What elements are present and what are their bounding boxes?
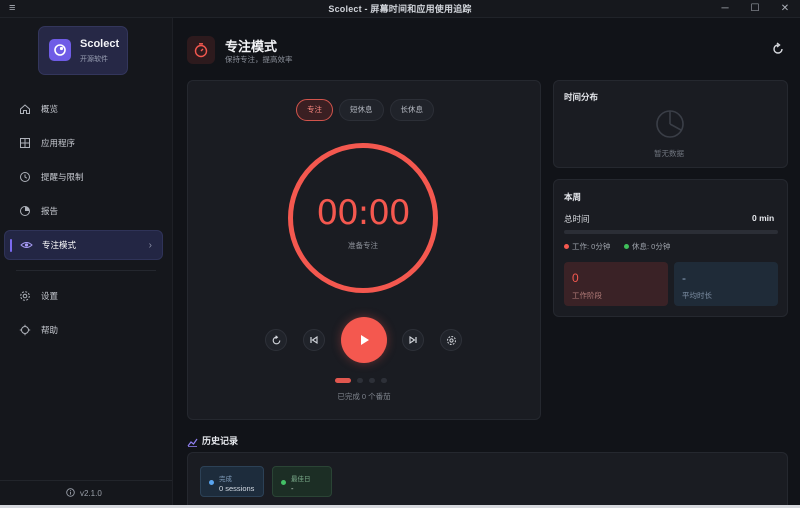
sidebar-item-overview[interactable]: 概览 xyxy=(4,94,163,124)
history-chip-value: 0 sessions xyxy=(219,484,255,493)
history-title: 历史记录 xyxy=(202,436,239,446)
cycle-progress-text: 已完成 0 个番茄 xyxy=(337,392,391,401)
minimize-button[interactable]: ─ xyxy=(710,0,740,18)
window-title: Scolect - 屏幕时间和应用使用追踪 xyxy=(328,4,472,14)
cycle-dot xyxy=(369,378,375,383)
timer-state-label: 准备专注 xyxy=(348,241,378,250)
maximize-button[interactable]: ☐ xyxy=(740,0,770,18)
sidebar-item-reports[interactable]: 报告 xyxy=(4,196,163,226)
page-title: 专注模式 xyxy=(225,39,278,54)
version-text: v2.1.0 xyxy=(80,489,102,498)
best-day-dot-icon xyxy=(281,480,286,485)
completed-dot-icon xyxy=(209,480,214,485)
sidebar-item-label: 应用程序 xyxy=(41,138,76,148)
timer-settings-button[interactable] xyxy=(440,329,462,351)
sidebar-item-label: 报告 xyxy=(41,206,59,216)
sidebar-item-help[interactable]: 帮助 xyxy=(4,315,163,345)
cycle-dot xyxy=(381,378,387,383)
sidebar-item-focus[interactable]: 专注模式 › xyxy=(4,230,163,260)
refresh-icon xyxy=(773,42,783,54)
rest-dot-icon xyxy=(624,244,629,249)
average-duration-label: 平均时长 xyxy=(682,291,712,300)
legend-work-text: 工作: 0分钟 xyxy=(572,242,611,251)
sidebar-item-reminders[interactable]: 提醒与限制 xyxy=(4,162,163,192)
refresh-button[interactable] xyxy=(770,41,786,57)
page-subtitle: 保持专注，提高效率 xyxy=(225,55,293,64)
chevron-right-icon: › xyxy=(148,239,152,251)
reset-button[interactable] xyxy=(265,329,287,351)
focus-timer-icon xyxy=(187,36,215,64)
work-dot-icon xyxy=(564,244,569,249)
reset-icon xyxy=(272,334,280,344)
gear-icon xyxy=(446,335,456,345)
reminder-clock-icon xyxy=(18,170,32,184)
tab-short-break[interactable]: 短休息 xyxy=(339,99,384,121)
sidebar-footer-divider xyxy=(0,480,172,481)
eye-icon xyxy=(19,238,33,252)
timer-display: 00:00 xyxy=(316,193,411,233)
title-bar: ≡ Scolect - 屏幕时间和应用使用追踪 ─ ☐ ✕ xyxy=(0,0,800,18)
app-logo-icon xyxy=(49,39,71,61)
sidebar-divider xyxy=(16,270,156,271)
work-sessions-label: 工作阶段 xyxy=(572,291,602,300)
skip-previous-icon xyxy=(310,335,318,345)
previous-button[interactable] xyxy=(303,329,325,351)
distribution-title: 时间分布 xyxy=(564,92,599,102)
help-icon xyxy=(18,323,32,337)
legend-rest-text: 休息: 0分钟 xyxy=(632,242,671,251)
sidebar-item-label: 概览 xyxy=(41,104,59,114)
tab-long-break[interactable]: 长休息 xyxy=(389,99,434,121)
close-button[interactable]: ✕ xyxy=(770,0,800,18)
gear-icon xyxy=(18,289,32,303)
next-button[interactable] xyxy=(402,329,424,351)
legend-rest: 休息: 0分钟 xyxy=(624,241,670,252)
sidebar-item-label: 设置 xyxy=(41,291,59,301)
brand-subtitle: 开源软件 xyxy=(80,56,108,63)
tab-focus[interactable]: 专注 xyxy=(296,99,333,121)
version-info: v2.1.0 xyxy=(66,488,102,499)
apps-grid-icon xyxy=(18,136,32,150)
cycle-dot xyxy=(335,378,351,383)
total-time-label: 总时间 xyxy=(564,214,590,224)
total-time-value: 0 min xyxy=(752,213,775,223)
trend-chart-icon xyxy=(187,434,198,452)
brand-card[interactable]: Scolect 开源软件 xyxy=(38,26,128,75)
history-chip-value: - xyxy=(291,484,294,493)
history-chip-key: 完成 xyxy=(219,476,232,483)
week-title: 本周 xyxy=(564,192,582,202)
play-button[interactable] xyxy=(341,317,387,363)
sidebar-item-settings[interactable]: 设置 xyxy=(4,281,163,311)
pie-chart-icon xyxy=(655,109,685,144)
report-chart-icon xyxy=(18,204,32,218)
week-progress-bar xyxy=(564,230,778,234)
sidebar-item-apps[interactable]: 应用程序 xyxy=(4,128,163,158)
work-sessions-stat: 0 工作阶段 xyxy=(564,262,668,306)
empty-state-text: 暂无数据 xyxy=(654,149,684,158)
window-controls: ─ ☐ ✕ xyxy=(710,0,800,18)
sidebar-item-label: 提醒与限制 xyxy=(41,172,84,182)
play-icon xyxy=(361,335,369,345)
brand-name: Scolect xyxy=(80,38,120,50)
sidebar-item-label: 专注模式 xyxy=(42,240,77,250)
history-best-day-chip[interactable]: 最佳日 - xyxy=(272,466,332,497)
average-duration-value: - xyxy=(682,271,686,285)
history-chip-key: 最佳日 xyxy=(291,476,311,483)
history-completed-chip[interactable]: 完成 0 sessions xyxy=(200,466,264,497)
menu-icon[interactable]: ≡ xyxy=(9,2,15,14)
sidebar: Scolect 开源软件 概览 应用程序 提醒与限制 报告 专注模式 › 设置 … xyxy=(0,18,173,508)
cycle-indicator xyxy=(335,378,387,383)
cycle-dot xyxy=(357,378,363,383)
home-icon xyxy=(18,102,32,116)
average-duration-stat: - 平均时长 xyxy=(674,262,778,306)
legend-work: 工作: 0分钟 xyxy=(564,241,610,252)
info-icon xyxy=(66,488,75,499)
work-sessions-value: 0 xyxy=(572,271,579,285)
sidebar-item-label: 帮助 xyxy=(41,325,59,335)
skip-next-icon xyxy=(409,335,417,345)
timer-mode-tabs: 专注 短休息 长休息 xyxy=(296,99,434,121)
